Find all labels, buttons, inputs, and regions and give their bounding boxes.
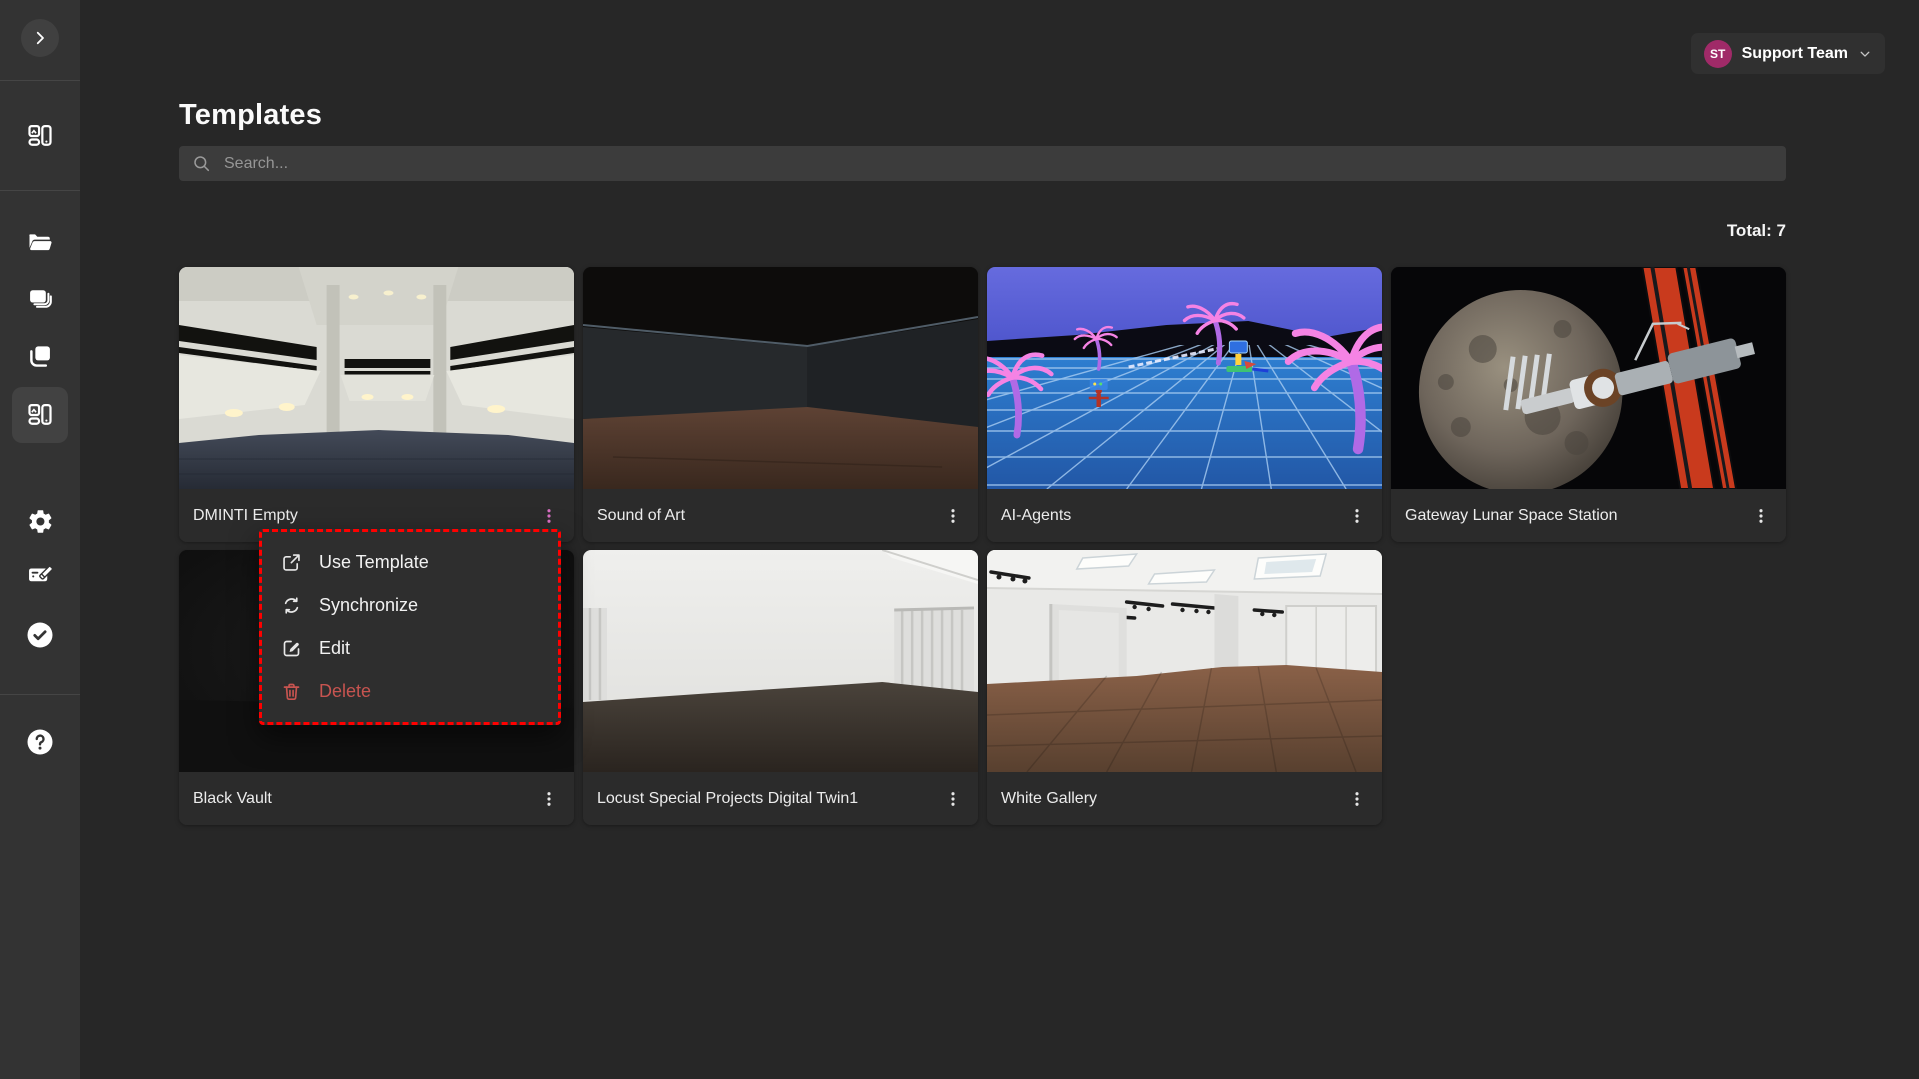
card-footer: White Gallery bbox=[987, 772, 1382, 825]
gallery-phone-icon bbox=[26, 401, 54, 429]
chevron-down-icon bbox=[1858, 47, 1872, 61]
mail-edit-icon bbox=[26, 561, 54, 589]
card-footer: Black Vault bbox=[179, 772, 574, 825]
sidebar-item-messages[interactable] bbox=[12, 547, 68, 603]
menu-item-use-template[interactable]: Use Template bbox=[262, 541, 558, 584]
menu-item-label: Edit bbox=[319, 638, 350, 659]
sidebar-item-folder[interactable] bbox=[12, 214, 68, 270]
template-thumbnail bbox=[1391, 267, 1786, 489]
sync-icon bbox=[281, 595, 302, 616]
chevron-right-icon bbox=[31, 29, 49, 47]
avatar: ST bbox=[1704, 40, 1732, 68]
sidebar-divider bbox=[0, 190, 80, 191]
card-title: Black Vault bbox=[193, 790, 272, 808]
menu-item-delete[interactable]: Delete bbox=[262, 670, 558, 713]
gallery-phone-icon bbox=[26, 122, 54, 150]
copy-icon bbox=[26, 342, 54, 370]
user-menu-button[interactable]: ST Support Team bbox=[1691, 33, 1885, 74]
page-title: Templates bbox=[179, 99, 322, 132]
card-title: Sound of Art bbox=[597, 507, 685, 525]
sidebar-item-approvals[interactable] bbox=[12, 607, 68, 663]
card-footer: Gateway Lunar Space Station bbox=[1391, 489, 1786, 542]
kebab-menu-icon[interactable] bbox=[532, 782, 566, 816]
template-thumbnail bbox=[987, 550, 1382, 772]
menu-item-synchronize[interactable]: Synchronize bbox=[262, 584, 558, 627]
check-circle-icon bbox=[25, 620, 55, 650]
template-card[interactable]: Gateway Lunar Space Station bbox=[1391, 267, 1786, 542]
card-title: AI-Agents bbox=[1001, 507, 1071, 525]
card-footer: AI-Agents bbox=[987, 489, 1382, 542]
template-card[interactable]: DMINTI Empty bbox=[179, 267, 574, 542]
menu-item-label: Use Template bbox=[319, 552, 429, 573]
sidebar bbox=[0, 0, 80, 1079]
template-card[interactable]: AI-Agents bbox=[987, 267, 1382, 542]
template-thumbnail bbox=[987, 267, 1382, 489]
card-footer: Locust Special Projects Digital Twin1 bbox=[583, 772, 978, 825]
kebab-menu-icon[interactable] bbox=[1744, 499, 1778, 533]
external-link-icon bbox=[281, 552, 302, 573]
search-bar bbox=[179, 146, 1786, 181]
card-context-menu: Use Template Synchronize Edit Delet bbox=[259, 529, 561, 725]
sidebar-item-templates-top[interactable] bbox=[12, 108, 68, 164]
sidebar-item-settings[interactable] bbox=[12, 493, 68, 549]
sidebar-item-templates-active[interactable] bbox=[12, 387, 68, 443]
folder-open-icon bbox=[26, 228, 54, 256]
kebab-menu-icon[interactable] bbox=[532, 499, 566, 533]
total-count: Total: 7 bbox=[179, 221, 1786, 241]
layers-stack-icon bbox=[26, 285, 54, 313]
card-title: Gateway Lunar Space Station bbox=[1405, 507, 1618, 525]
template-thumbnail bbox=[583, 550, 978, 772]
template-thumbnail bbox=[583, 267, 978, 489]
template-thumbnail bbox=[179, 267, 574, 489]
sidebar-divider bbox=[0, 694, 80, 695]
sidebar-item-help[interactable] bbox=[12, 714, 68, 770]
card-footer: Sound of Art bbox=[583, 489, 978, 542]
kebab-menu-icon[interactable] bbox=[936, 499, 970, 533]
card-title: White Gallery bbox=[1001, 790, 1097, 808]
sidebar-item-copy[interactable] bbox=[12, 328, 68, 384]
kebab-menu-icon[interactable] bbox=[1340, 782, 1374, 816]
kebab-menu-icon[interactable] bbox=[936, 782, 970, 816]
card-title: DMINTI Empty bbox=[193, 507, 298, 525]
trash-icon bbox=[281, 681, 302, 702]
card-title: Locust Special Projects Digital Twin1 bbox=[597, 790, 858, 808]
sidebar-expand-button[interactable] bbox=[21, 19, 59, 57]
sidebar-divider bbox=[0, 80, 80, 81]
menu-item-label: Delete bbox=[319, 681, 371, 702]
question-circle-icon bbox=[25, 727, 55, 757]
template-card[interactable]: Sound of Art bbox=[583, 267, 978, 542]
template-card[interactable]: Locust Special Projects Digital Twin1 bbox=[583, 550, 978, 825]
gear-icon bbox=[27, 508, 54, 535]
kebab-menu-icon[interactable] bbox=[1340, 499, 1374, 533]
search-icon bbox=[192, 154, 211, 173]
sidebar-item-layers[interactable] bbox=[12, 271, 68, 327]
menu-item-edit[interactable]: Edit bbox=[262, 627, 558, 670]
user-name: Support Team bbox=[1742, 45, 1848, 63]
edit-icon bbox=[281, 638, 302, 659]
search-input[interactable] bbox=[222, 154, 1773, 174]
template-card[interactable]: White Gallery bbox=[987, 550, 1382, 825]
menu-item-label: Synchronize bbox=[319, 595, 418, 616]
